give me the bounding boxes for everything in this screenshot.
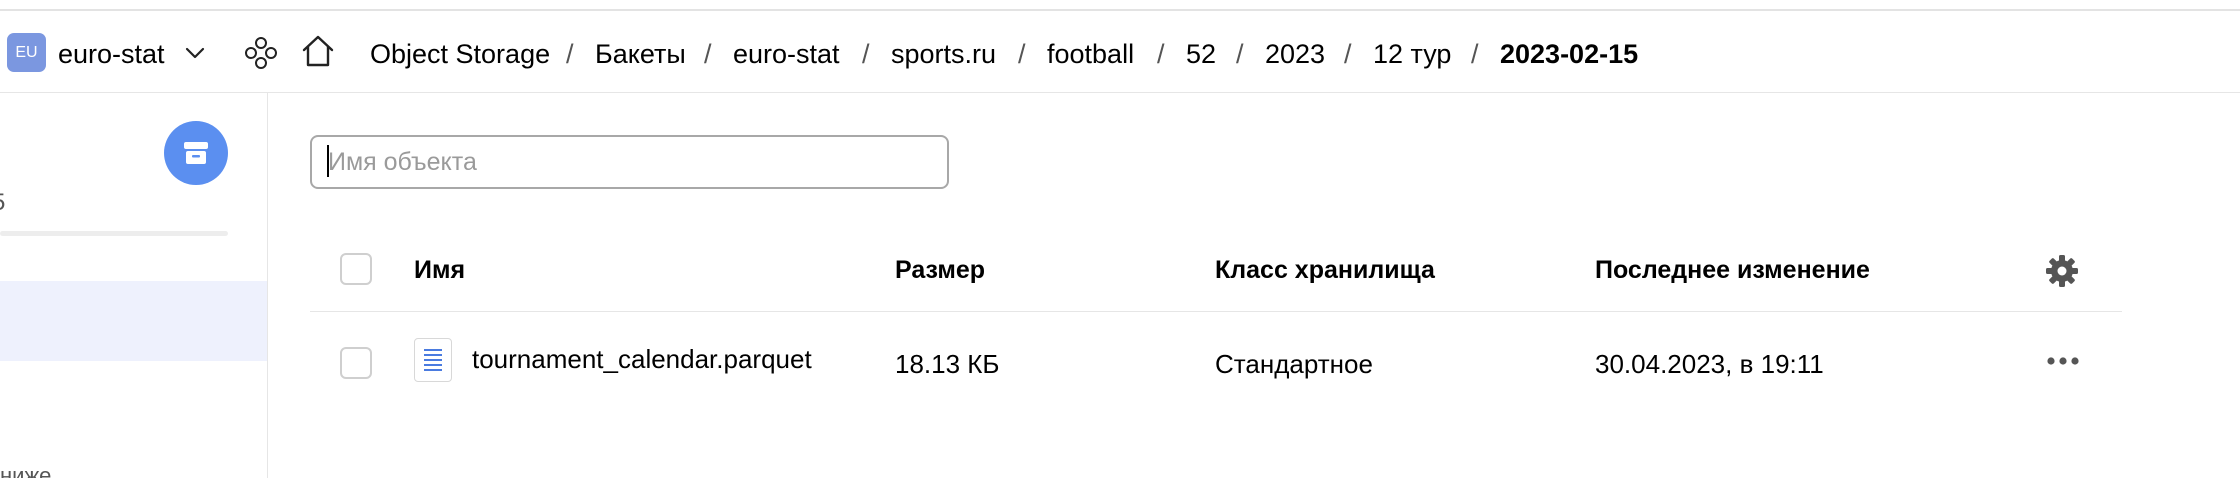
column-header-last-modified[interactable]: Последнее изменение (1595, 255, 1870, 285)
breadcrumb-separator: / (862, 39, 870, 69)
sidebar: 5 ниже (0, 93, 268, 478)
row-checkbox[interactable] (340, 347, 372, 379)
breadcrumb-separator: / (1157, 39, 1165, 69)
settings-gear-icon[interactable] (2044, 253, 2080, 289)
select-all-checkbox[interactable] (340, 253, 372, 285)
sidebar-progress-bar (0, 231, 228, 236)
breadcrumb-current-folder: 2023-02-15 (1500, 39, 1639, 69)
bucket-button[interactable] (164, 121, 228, 185)
file-size: 18.13 КБ (895, 349, 1000, 379)
file-document-icon (414, 338, 452, 382)
file-last-modified: 30.04.2023, в 19:11 (1595, 349, 1824, 379)
breadcrumb-separator: / (566, 39, 574, 69)
file-name-link[interactable]: tournament_calendar.parquet (472, 343, 812, 375)
sidebar-count-text: 5 (0, 189, 5, 217)
column-header-name[interactable]: Имя (414, 255, 465, 285)
services-icon[interactable] (244, 36, 278, 70)
workspace-name[interactable]: euro-stat (58, 38, 165, 70)
breadcrumb-separator: / (704, 39, 712, 69)
breadcrumb-bucket[interactable]: euro-stat (733, 38, 840, 70)
object-name-search-input[interactable] (310, 135, 949, 189)
home-icon[interactable] (299, 32, 337, 70)
breadcrumb-separator: / (1344, 39, 1352, 69)
chevron-down-icon[interactable] (182, 40, 208, 66)
header-bar: EU euro-stat Object Storage / Бакеты / e… (0, 11, 2240, 93)
sidebar-cut-text: ниже (0, 463, 52, 478)
sidebar-active-item[interactable] (0, 281, 267, 361)
breadcrumb-folder-sports[interactable]: sports.ru (891, 38, 996, 70)
file-storage-class: Стандартное (1215, 349, 1373, 379)
workspace-avatar[interactable]: EU (7, 33, 46, 72)
breadcrumb-buckets[interactable]: Бакеты (595, 38, 686, 70)
breadcrumb-object-storage[interactable]: Object Storage (370, 38, 550, 70)
column-header-storage-class[interactable]: Класс хранилища (1215, 255, 1435, 285)
breadcrumb-separator: / (1471, 39, 1479, 69)
text-caret (327, 145, 329, 177)
breadcrumb-separator: / (1018, 39, 1026, 69)
breadcrumb-folder-round[interactable]: 12 тур (1373, 38, 1451, 70)
more-actions-icon[interactable] (2046, 354, 2080, 368)
breadcrumb-separator: / (1236, 39, 1244, 69)
bucket-icon (184, 142, 208, 164)
breadcrumb-folder-52[interactable]: 52 (1186, 38, 1216, 70)
breadcrumb-folder-2023[interactable]: 2023 (1265, 38, 1325, 70)
table-header-divider (310, 311, 2122, 312)
breadcrumb-folder-football[interactable]: football (1047, 38, 1134, 70)
column-header-size[interactable]: Размер (895, 255, 985, 285)
